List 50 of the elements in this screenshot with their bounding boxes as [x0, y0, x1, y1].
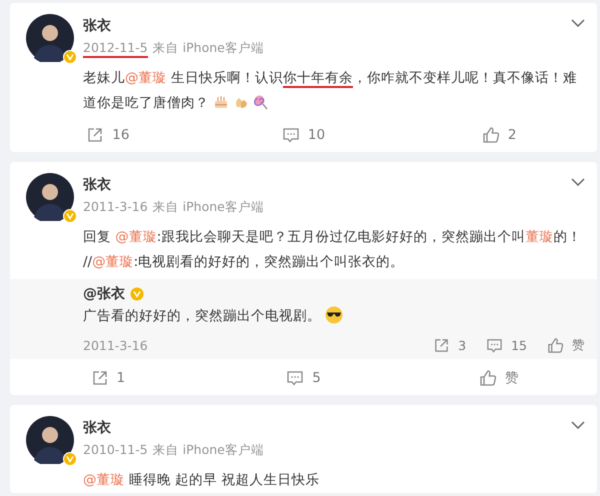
thumbs-up-icon [482, 126, 500, 144]
cake-emoji-icon [213, 94, 229, 110]
chevron-down-icon[interactable] [571, 421, 585, 429]
mention-link[interactable]: @董璇 [83, 472, 124, 488]
mention-link[interactable]: @董璇 [125, 70, 166, 86]
comment-icon [282, 126, 300, 144]
chevron-down-icon[interactable] [571, 178, 585, 186]
post-source: 来自 iPhone客户端 [152, 441, 264, 458]
post-text: 道你是吃了唐僧肉？ [83, 91, 589, 116]
avatar[interactable] [26, 173, 74, 221]
annotation-underline: 你十年有余 [282, 70, 353, 88]
share-icon [433, 336, 450, 354]
post-date[interactable]: 2010-11-5 [83, 441, 148, 458]
author-name[interactable]: 张衣 [83, 16, 264, 36]
avatar[interactable] [26, 14, 74, 62]
comment-button[interactable]: 10 [282, 126, 326, 144]
comment-button[interactable]: 5 [286, 369, 321, 387]
post-text: @董璇 睡得晚 起的早 祝超人生日快乐 [83, 471, 320, 490]
post-text: 回复 @董璇:跟我比会聊天是吧？五月份过亿电影好好的，突然蹦出个叫董璇的！ [83, 228, 582, 247]
like-button[interactable]: 赞 [547, 336, 585, 354]
lollipop-icon [253, 94, 269, 110]
retweet-author[interactable]: @张衣 [83, 284, 125, 304]
post-text: //@董璇:电视剧看的好好的，突然蹦出个叫张衣的。 [83, 253, 406, 272]
mention-link[interactable]: @董璇 [115, 229, 157, 245]
post-source: 来自 iPhone客户端 [152, 39, 264, 57]
comment-icon [286, 369, 304, 387]
thumbs-up-icon [479, 369, 498, 387]
avatar[interactable] [26, 416, 74, 464]
share-icon [86, 126, 104, 144]
post-source: 来自 iPhone客户端 [152, 198, 264, 215]
thumbs-up-icon [547, 336, 564, 354]
like-button[interactable]: 赞 [479, 369, 520, 387]
share-button[interactable]: 3 [433, 336, 466, 354]
share-icon [90, 369, 109, 387]
share-button[interactable]: 1 [90, 369, 126, 387]
mention-link[interactable]: 董璇 [525, 229, 554, 245]
share-button[interactable]: 16 [86, 126, 130, 144]
chevron-down-icon[interactable] [571, 19, 585, 27]
comment-button[interactable]: 15 [486, 336, 527, 354]
retweet-date[interactable]: 2011-3-16 [83, 338, 148, 352]
post-date[interactable]: 2011-3-16 [83, 198, 148, 215]
post-text: 老妹儿@董璇 生日快乐啊！认识你十年有余，你咋就不变样儿呢！真不像话！难 [83, 69, 578, 90]
mention-link[interactable]: @董璇 [92, 254, 134, 270]
like-button[interactable]: 2 [482, 126, 516, 144]
retweet-text: 广告看的好好的，突然蹦出个电视剧。 [83, 304, 585, 329]
post-date[interactable]: 2012-11-5 [83, 39, 148, 58]
author-name[interactable]: 张衣 [83, 418, 264, 438]
author-name[interactable]: 张衣 [83, 175, 264, 195]
sunglasses-emoji-icon [325, 306, 343, 324]
comment-icon [486, 336, 504, 354]
